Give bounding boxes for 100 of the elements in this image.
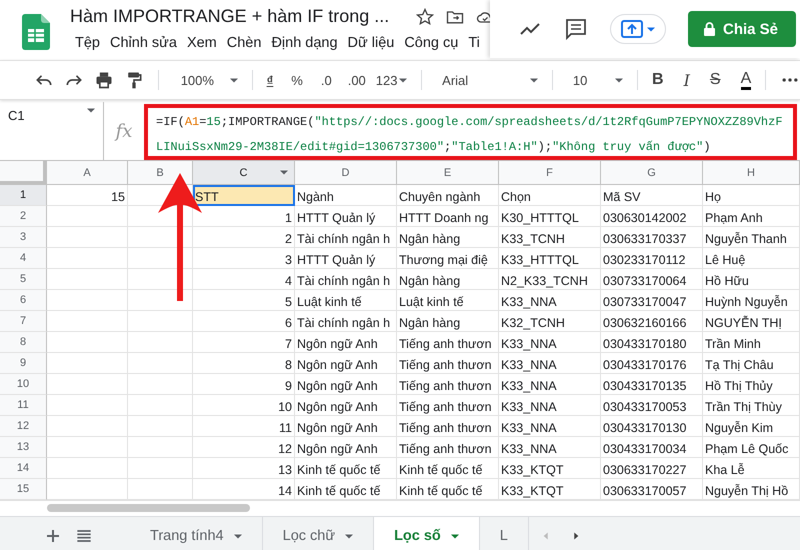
- table-cell[interactable]: STT: [193, 185, 295, 206]
- table-cell[interactable]: 9: [193, 374, 295, 395]
- table-cell[interactable]: 6: [193, 311, 295, 332]
- table-cell[interactable]: Kha Lễ: [703, 458, 800, 479]
- table-cell[interactable]: Ngôn ngữ Anh: [295, 332, 397, 353]
- table-cell[interactable]: 030733170064: [601, 269, 703, 290]
- table-cell[interactable]: Luật kinh tế: [295, 290, 397, 311]
- table-cell[interactable]: Tài chính ngân h: [295, 227, 397, 248]
- table-cell[interactable]: Ngôn ngữ Anh: [295, 374, 397, 395]
- currency-format-button[interactable]: ₫: [266, 72, 274, 88]
- table-cell[interactable]: Nguyễn Kim: [703, 416, 800, 437]
- table-cell[interactable]: Phạm Lê Quốc: [703, 437, 800, 458]
- sheet-tab[interactable]: Trang tính4: [130, 517, 263, 550]
- table-cell[interactable]: HTTT Quản lý: [295, 248, 397, 269]
- table-cell[interactable]: 15: [47, 185, 128, 206]
- table-cell[interactable]: 030433170034: [601, 437, 703, 458]
- menu-item[interactable]: Định dạng: [266, 33, 343, 53]
- row-header[interactable]: 3: [0, 227, 47, 248]
- table-cell[interactable]: Ngôn ngữ Anh: [295, 353, 397, 374]
- table-cell[interactable]: K33_KTQT: [499, 458, 601, 479]
- table-cell[interactable]: K33_NNA: [499, 416, 601, 437]
- row-header[interactable]: 2: [0, 206, 47, 227]
- table-cell[interactable]: Thương mại điệ: [397, 248, 499, 269]
- table-cell[interactable]: Tiếng anh thươn: [397, 353, 499, 374]
- row-header[interactable]: 1: [0, 185, 47, 206]
- sheet-tab[interactable]: Lọc số: [374, 517, 480, 550]
- table-cell[interactable]: 030633170337: [601, 227, 703, 248]
- table-cell[interactable]: Hồ Hữu: [703, 269, 800, 290]
- menu-item[interactable]: Công cụ: [399, 33, 464, 53]
- table-cell[interactable]: Họ: [703, 185, 800, 206]
- table-cell[interactable]: K30_HTTTQL: [499, 206, 601, 227]
- sheets-logo[interactable]: [22, 14, 50, 50]
- table-cell[interactable]: Luật kinh tế: [397, 290, 499, 311]
- table-cell[interactable]: 3: [193, 248, 295, 269]
- table-cell[interactable]: Tạ Thị Châu: [703, 353, 800, 374]
- column-header[interactable]: C: [193, 161, 295, 185]
- table-cell[interactable]: K33_NNA: [499, 332, 601, 353]
- table-cell[interactable]: Trần Minh: [703, 332, 800, 353]
- row-header[interactable]: 10: [0, 374, 47, 395]
- table-cell[interactable]: Mã SV: [601, 185, 703, 206]
- document-title[interactable]: Hàm IMPORTRANGE + hàm IF trong ...: [70, 6, 390, 27]
- sheet-tab[interactable]: L: [480, 517, 529, 550]
- table-cell[interactable]: 7: [193, 332, 295, 353]
- table-cell[interactable]: Chọn: [499, 185, 601, 206]
- print-icon[interactable]: [94, 70, 114, 90]
- table-cell[interactable]: 030433170130: [601, 416, 703, 437]
- name-box[interactable]: C1: [0, 102, 104, 160]
- table-cell[interactable]: Tiếng anh thươn: [397, 437, 499, 458]
- table-cell[interactable]: Kinh tế quốc tế: [295, 458, 397, 479]
- column-header[interactable]: F: [499, 161, 601, 185]
- table-cell[interactable]: 2: [193, 227, 295, 248]
- table-cell[interactable]: Hồ Thị Thủy: [703, 374, 800, 395]
- menu-item[interactable]: Xem: [182, 33, 222, 53]
- table-cell[interactable]: Trần Thị Thùy: [703, 395, 800, 416]
- table-cell[interactable]: K33_NNA: [499, 395, 601, 416]
- table-cell[interactable]: HTTT Quản lý: [295, 206, 397, 227]
- table-cell[interactable]: 030433170135: [601, 374, 703, 395]
- table-cell[interactable]: Tài chính ngân h: [295, 269, 397, 290]
- table-cell[interactable]: Lê Huệ: [703, 248, 800, 269]
- menu-item[interactable]: Ti: [463, 33, 485, 53]
- table-cell[interactable]: K32_TCNH: [499, 311, 601, 332]
- table-cell[interactable]: Ngân hàng: [397, 227, 499, 248]
- table-cell[interactable]: Phạm Anh: [703, 206, 800, 227]
- row-header[interactable]: 14: [0, 458, 47, 479]
- table-cell[interactable]: Huỳnh Nguyễn: [703, 290, 800, 311]
- table-cell[interactable]: 030233170112: [601, 248, 703, 269]
- table-cell[interactable]: 030433170176: [601, 353, 703, 374]
- table-cell[interactable]: Tiếng anh thươn: [397, 332, 499, 353]
- table-cell[interactable]: K33_NNA: [499, 374, 601, 395]
- row-header[interactable]: 13: [0, 437, 47, 458]
- table-cell[interactable]: 11: [193, 416, 295, 437]
- table-cell[interactable]: 030633170227: [601, 458, 703, 479]
- table-cell[interactable]: Nguyễn Thanh: [703, 227, 800, 248]
- menu-item[interactable]: Chỉnh sửa: [105, 33, 182, 53]
- table-cell[interactable]: 5: [193, 290, 295, 311]
- table-cell[interactable]: Tiếng anh thươn: [397, 395, 499, 416]
- table-cell[interactable]: K33_TCNH: [499, 227, 601, 248]
- table-cell[interactable]: Ngân hàng: [397, 311, 499, 332]
- table-cell[interactable]: K33_NNA: [499, 290, 601, 311]
- row-header[interactable]: 8: [0, 332, 47, 353]
- row-header[interactable]: 15: [0, 479, 47, 500]
- add-sheet-icon[interactable]: [46, 529, 60, 543]
- table-cell[interactable]: K33_HTTTQL: [499, 248, 601, 269]
- row-header[interactable]: 4: [0, 248, 47, 269]
- column-header[interactable]: E: [397, 161, 499, 185]
- star-icon[interactable]: [415, 6, 436, 26]
- zoom-dropdown[interactable]: 100%: [180, 72, 238, 88]
- column-header[interactable]: H: [703, 161, 800, 185]
- strikethrough-button[interactable]: S: [710, 71, 721, 89]
- table-cell[interactable]: Ngôn ngữ Anh: [295, 437, 397, 458]
- italic-button[interactable]: I: [684, 70, 690, 90]
- table-cell[interactable]: 13: [193, 458, 295, 479]
- column-header[interactable]: G: [601, 161, 703, 185]
- percent-format-button[interactable]: %: [291, 72, 303, 88]
- font-size-dropdown[interactable]: 10: [572, 72, 624, 88]
- row-header[interactable]: 11: [0, 395, 47, 416]
- row-header[interactable]: 12: [0, 416, 47, 437]
- menu-item[interactable]: Dữ liệu: [342, 33, 400, 53]
- table-cell[interactable]: K33_NNA: [499, 353, 601, 374]
- table-cell[interactable]: 030632160166: [601, 311, 703, 332]
